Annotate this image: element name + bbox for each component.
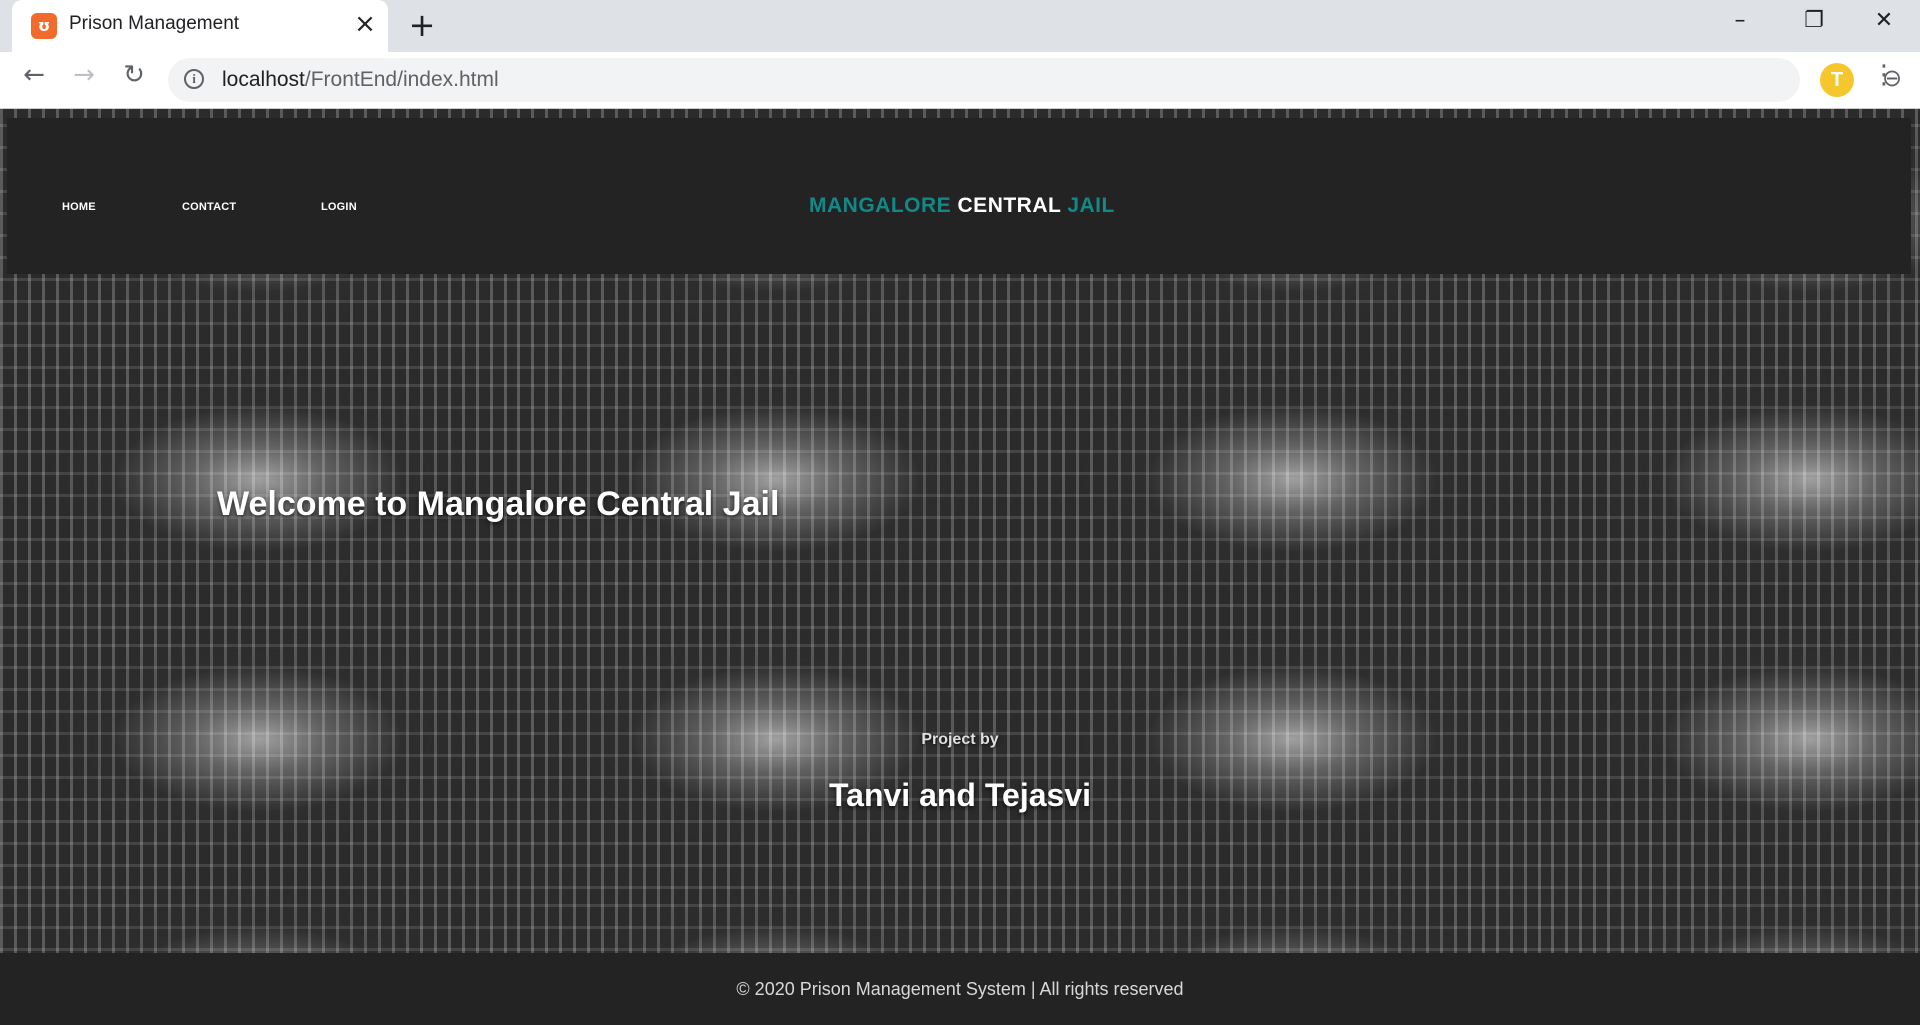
nav-contact[interactable]: CONTACT: [182, 201, 236, 213]
back-icon[interactable]: ←: [14, 60, 54, 100]
browser-tab[interactable]: ʊ Prison Management ×: [12, 0, 388, 52]
brand-part-1: MANGALORE: [809, 194, 952, 217]
tab-title: Prison Management: [69, 13, 240, 34]
project-by-label: Project by: [921, 731, 999, 748]
url-text[interactable]: localhost/FrontEnd/index.html: [222, 68, 499, 92]
authors-heading: Tanvi and Tejasvi: [828, 777, 1091, 813]
tab-close-icon[interactable]: ×: [352, 9, 378, 39]
url-host: localhost: [222, 68, 305, 91]
info-icon[interactable]: i: [184, 69, 204, 89]
menu-icon[interactable]: ⋮: [1868, 60, 1900, 100]
welcome-heading: Welcome to Mangalore Central Jail: [217, 485, 780, 523]
site-header: HOME CONTACT LOGIN MANGALORE CENTRAL JAI…: [7, 118, 1911, 274]
restore-icon[interactable]: ❐: [1794, 8, 1834, 38]
page-background: HOME CONTACT LOGIN MANGALORE CENTRAL JAI…: [0, 109, 1920, 1025]
close-icon[interactable]: ✕: [1864, 8, 1904, 38]
browser-tab-bar: ʊ Prison Management × + – ❐ ✕: [0, 0, 1920, 52]
browser-toolbar: ← → ↻ i localhost/FrontEnd/index.html ⊖ …: [0, 52, 1920, 109]
avatar[interactable]: T: [1820, 63, 1854, 97]
brand-part-3: JAIL: [1067, 194, 1115, 217]
reload-icon[interactable]: ↻: [114, 60, 154, 100]
nav-login[interactable]: LOGIN: [321, 201, 357, 213]
site-footer: © 2020 Prison Management System | All ri…: [0, 953, 1920, 1025]
brand-part-2: CENTRAL: [957, 194, 1061, 217]
nav-home[interactable]: HOME: [62, 201, 96, 213]
url-path: /FrontEnd/index.html: [304, 68, 499, 91]
site-brand: MANGALORE CENTRAL JAIL: [809, 194, 1115, 218]
forward-icon[interactable]: →: [64, 60, 104, 100]
xampp-icon: ʊ: [31, 13, 57, 39]
new-tab-icon[interactable]: +: [406, 7, 438, 43]
minimize-icon[interactable]: –: [1720, 8, 1760, 38]
address-bar[interactable]: i localhost/FrontEnd/index.html ⊖ ☆: [168, 58, 1902, 102]
footer-text: © 2020 Prison Management System | All ri…: [736, 979, 1184, 999]
